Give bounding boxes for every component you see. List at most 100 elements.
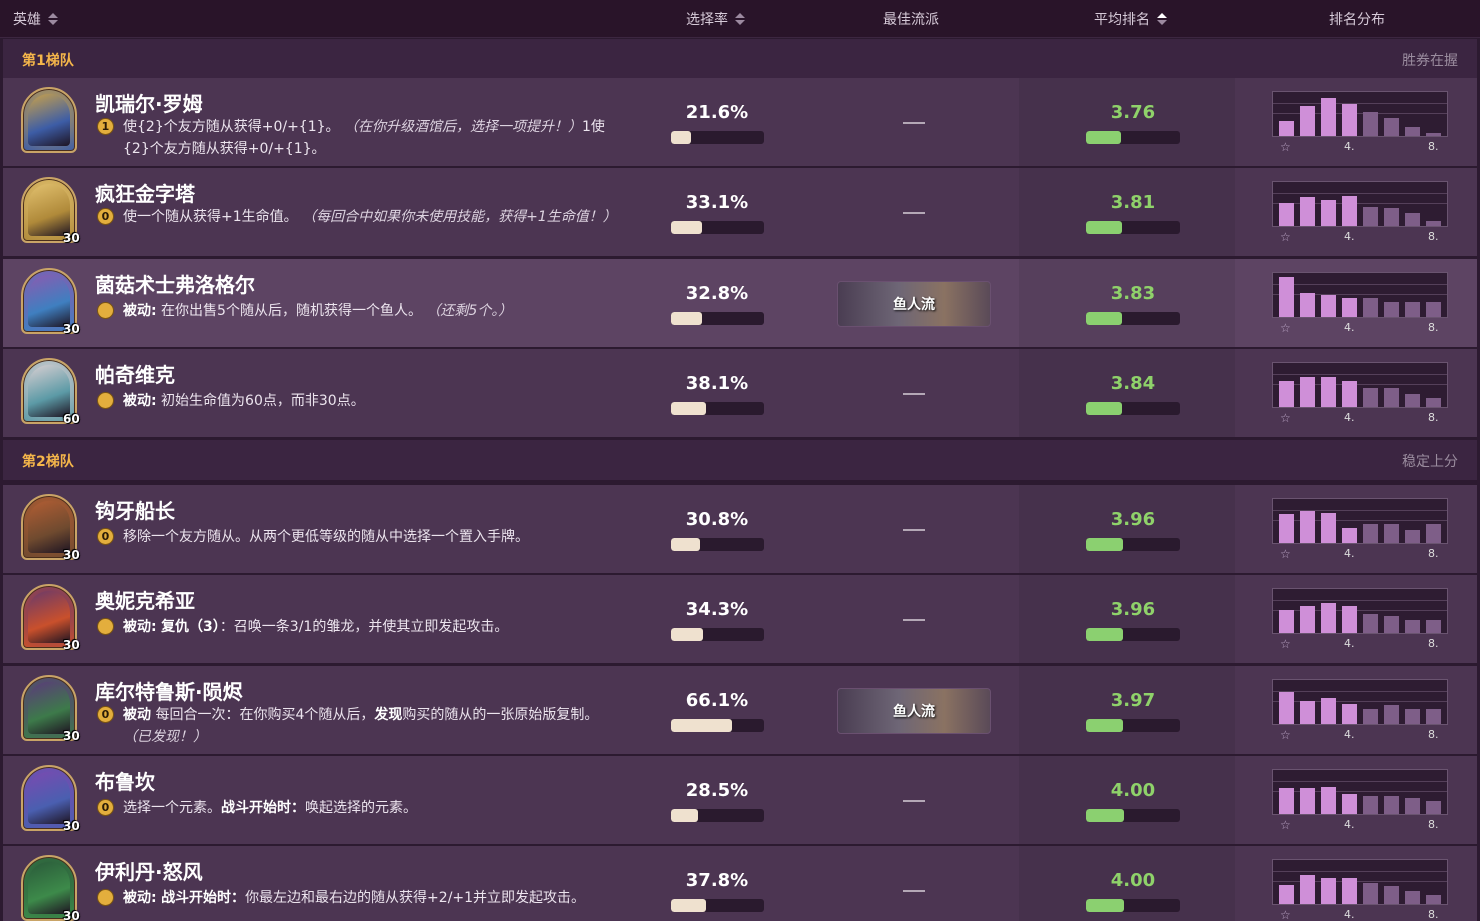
hero-row[interactable]: 30 菌菇术士弗洛格尔 · 被动: 在你出售5个随从后，随机获得一个鱼人。 （还剩5个…	[3, 259, 1477, 347]
hero-row[interactable]: 30 疯狂金字塔 0 使一个随从获得+1生命值。 （每回合中如果你未使用技能，获得+1…	[3, 168, 1477, 256]
hero-row[interactable]: 60 帕奇维克 · 被动: 初始生命值为60点，而非30点。 38.1% 3.84 ☆ 4. 8…	[3, 349, 1477, 437]
pick-rate-column-header[interactable]: 选择率	[686, 9, 745, 29]
rank-distribution-bar	[1405, 620, 1420, 633]
rank-distribution-bar	[1321, 603, 1336, 633]
armor-value: 60	[63, 412, 80, 426]
hero-row[interactable]: 凯瑞尔·罗姆 1 使{2}个友方随从获得+0/+{1}。 （在你升级酒馆后，选择一项…	[3, 78, 1477, 166]
rank-distribution-bar	[1363, 298, 1378, 317]
hero-name[interactable]: 凯瑞尔·罗姆	[95, 88, 203, 117]
rank-distribution-bar	[1384, 886, 1399, 904]
pick-rate-value: 38.1%	[685, 373, 749, 394]
avg-rank-value: 3.97	[1110, 690, 1156, 711]
rank-distribution-bar	[1300, 701, 1315, 724]
rank-distribution-bar	[1405, 891, 1420, 904]
tier-header: 第2梯队 稳定上分	[3, 440, 1477, 480]
hero-row[interactable]: 30 库尔特鲁斯·陨烬 0 被动 每回合一次：在你购买4个随从后，发现购买的随从的一张…	[3, 666, 1477, 754]
rank-distribution-chart[interactable]	[1272, 588, 1448, 634]
rank-distribution-bar	[1426, 524, 1441, 543]
avg-rank-bar-fill	[1086, 131, 1121, 144]
hero-row[interactable]: 30 钩牙船长 0 移除一个友方随从。从两个更低等级的随从中选择一个置入手牌。 30.8…	[3, 485, 1477, 573]
rank-distribution-chart[interactable]	[1272, 679, 1448, 725]
hero-row[interactable]: 30 伊利丹·怒风 · 被动: 战斗开始时：你最左边和最右边的随从获得+2/+1并立即…	[3, 846, 1477, 921]
hero-power-description: 使一个随从获得+1生命值。 （每回合中如果你未使用技能，获得+1生命值！）	[123, 209, 617, 225]
rank-distribution-bar	[1342, 196, 1357, 226]
rank-distribution-chart[interactable]	[1272, 272, 1448, 318]
hero-power-cost-icon: 0	[97, 706, 114, 723]
rank-distribution-labels: ☆ 4. 8.	[1272, 818, 1448, 832]
hero-name[interactable]: 钩牙船长	[95, 495, 175, 524]
rank-distribution-chart[interactable]	[1272, 362, 1448, 408]
best-comp-badge[interactable]: 鱼人流	[837, 688, 991, 734]
hero-name[interactable]: 疯狂金字塔	[95, 178, 195, 207]
pick-rate-bar	[671, 719, 764, 732]
hero-name[interactable]: 伊利丹·怒风	[95, 856, 203, 885]
rank-distribution-bar	[1384, 302, 1399, 317]
hero-tier-list: 英雄 选择率 最佳流派 平均排名 排名分布 第1梯队 胜券在握 凯瑞尔·罗姆 1 使{2…	[0, 0, 1480, 921]
rank-distribution-bar	[1279, 381, 1294, 407]
rank-distribution-bar	[1342, 606, 1357, 633]
hero-portrait-art	[28, 94, 70, 146]
best-comp-empty-dash	[903, 800, 925, 802]
hero-portrait-art	[28, 591, 70, 643]
rank-distribution-labels: ☆ 4. 8.	[1272, 140, 1448, 154]
hero-name[interactable]: 库尔特鲁斯·陨烬	[95, 676, 243, 705]
pick-rate-value: 37.8%	[685, 870, 749, 891]
rank-distribution-labels: ☆ 4. 8.	[1272, 637, 1448, 651]
hero-name[interactable]: 帕奇维克	[95, 359, 175, 388]
hero-row[interactable]: 30 布鲁坎 0 选择一个元素。战斗开始时：唤起选择的元素。 28.5% 4.00 ☆ 4. 8…	[3, 756, 1477, 844]
rank-distribution-bar	[1279, 610, 1294, 633]
sort-icon[interactable]	[1157, 13, 1167, 25]
avg-rank-value: 3.76	[1110, 102, 1156, 123]
hero-row[interactable]: 30 奥妮克希亚 · 被动: 复仇（3）：召唤一条3/1的雏龙，并使其立即发起攻击。 3…	[3, 575, 1477, 663]
hero-power-cost-icon: 1	[97, 118, 114, 135]
rank-distribution-bar	[1363, 524, 1378, 543]
rank-distribution-chart[interactable]	[1272, 181, 1448, 227]
rank-distribution-bar	[1321, 295, 1336, 317]
avg-rank-bar-fill	[1086, 312, 1122, 325]
rank-distribution-bar	[1279, 885, 1294, 904]
pick-rate-bar	[671, 131, 764, 144]
hero-name[interactable]: 布鲁坎	[95, 766, 155, 795]
hero-power-cost-icon: 0	[97, 799, 114, 816]
rank-distribution-chart[interactable]	[1272, 859, 1448, 905]
rank-distribution-bar	[1300, 788, 1315, 814]
sort-icon[interactable]	[735, 13, 745, 25]
hero-power-cost-icon: ·	[97, 392, 114, 409]
hero-name[interactable]: 菌菇术士弗洛格尔	[95, 269, 255, 298]
avg-rank-column-header[interactable]: 平均排名	[1094, 9, 1167, 29]
tick-label-8: 8.	[1428, 637, 1439, 650]
rank-distribution-bar	[1426, 895, 1441, 904]
hero-power-cost-icon: ·	[97, 889, 114, 906]
chart-gridline	[1273, 871, 1447, 872]
armor-value: 30	[63, 231, 80, 245]
rank-distribution-bar	[1279, 692, 1294, 724]
armor-value: 30	[63, 819, 80, 833]
tier-name: 第2梯队	[22, 454, 74, 470]
rank-distribution-chart[interactable]	[1272, 498, 1448, 544]
rank-distribution-bar	[1279, 788, 1294, 814]
tick-label-8: 8.	[1428, 411, 1439, 424]
rank-distribution-bar	[1321, 200, 1336, 226]
avg-rank-value: 3.84	[1110, 373, 1156, 394]
rank-distribution-bar	[1300, 197, 1315, 226]
best-comp-badge[interactable]: 鱼人流	[837, 281, 991, 327]
tick-label-8: 8.	[1428, 140, 1439, 153]
rank-distribution-bar	[1363, 614, 1378, 633]
pick-rate-bar-fill	[671, 221, 702, 234]
sort-icon[interactable]	[48, 13, 58, 25]
hero-name[interactable]: 奥妮克希亚	[95, 585, 195, 614]
avg-rank-bar-fill	[1086, 628, 1123, 641]
rank-distribution-bar	[1426, 302, 1441, 317]
hero-power-cost-icon: 0	[97, 208, 114, 225]
rank-distribution-bar	[1300, 106, 1315, 136]
rank-distribution-chart[interactable]	[1272, 769, 1448, 815]
hero-power-description: 被动: 复仇（3）：召唤一条3/1的雏龙，并使其立即发起攻击。	[123, 619, 509, 635]
rank-distribution-chart[interactable]	[1272, 91, 1448, 137]
hero-column-header[interactable]: 英雄	[13, 9, 58, 29]
avg-rank-bar	[1086, 719, 1180, 732]
avg-rank-bar-fill	[1086, 221, 1122, 234]
armor-value: 30	[63, 638, 80, 652]
star-icon: ☆	[1280, 908, 1291, 921]
best-comp-empty-dash	[903, 619, 925, 621]
rank-distribution-bar	[1384, 118, 1399, 136]
